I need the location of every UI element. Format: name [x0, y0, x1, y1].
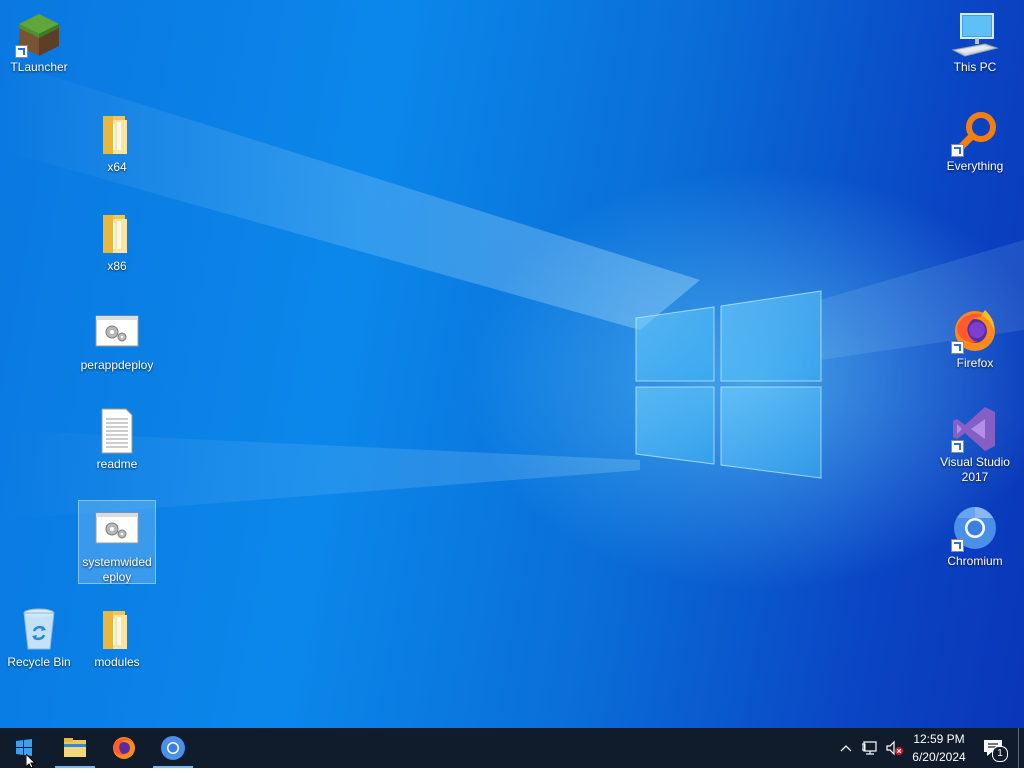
config-settings-file-icon: [93, 505, 141, 553]
clock-date[interactable]: 6/20/2024: [906, 750, 972, 764]
shortcut-arrow-icon: [15, 45, 28, 58]
computer-monitor-icon: [951, 10, 999, 58]
file-explorer-icon: [64, 738, 86, 757]
desktop-icon-label: readme: [96, 457, 138, 471]
desktop[interactable]: TLauncher x64 x86 perappdeploy readme sy…: [0, 0, 1024, 728]
taskbar: 12:59 PM 6/20/2024 1: [0, 728, 1024, 768]
desktop-icon-firefox[interactable]: Firefox: [937, 302, 1013, 371]
desktop-icon-modules[interactable]: modules: [79, 601, 155, 670]
shortcut-arrow-icon: [951, 341, 964, 354]
desktop-icon-label: Recycle Bin: [7, 655, 71, 669]
firefox-icon: [113, 737, 135, 759]
desktop-icon-label: TLauncher: [10, 60, 68, 74]
desktop-icon-label: x86: [107, 259, 127, 273]
show-desktop-divider[interactable]: [1018, 728, 1019, 768]
desktop-icon-this-pc[interactable]: This PC: [937, 6, 1013, 75]
shortcut-arrow-icon: [951, 144, 964, 157]
desktop-icon-label: Visual Studio 2017: [940, 455, 1010, 484]
desktop-icon-label: Chromium: [947, 554, 1003, 568]
shortcut-arrow-icon: [951, 440, 964, 453]
visual-studio-icon: [951, 405, 999, 453]
desktop-icon-everything[interactable]: Everything: [937, 105, 1013, 174]
config-settings-file-icon: [93, 308, 141, 356]
notification-count-badge: 1: [992, 746, 1008, 762]
clock-time[interactable]: 12:59 PM: [906, 732, 972, 746]
desktop-icon-recycle-bin[interactable]: Recycle Bin: [1, 601, 77, 670]
desktop-icon-label: modules: [94, 655, 140, 669]
desktop-icon-label: Everything: [946, 159, 1004, 173]
desktop-icon-label: Firefox: [956, 356, 994, 370]
mouse-cursor-icon: [26, 754, 37, 768]
folder-icon: [93, 110, 141, 158]
folder-icon: [93, 209, 141, 257]
desktop-icon-chromium[interactable]: Chromium: [937, 500, 1013, 569]
text-document-icon: [93, 407, 141, 455]
desktop-icon-visual-studio-2017[interactable]: Visual Studio 2017: [937, 401, 1013, 485]
taskbar-firefox[interactable]: [100, 728, 148, 768]
desktop-icon-perappdeploy[interactable]: perappdeploy: [79, 304, 155, 373]
desktop-icon-label: systemwidedeploy: [82, 555, 152, 584]
action-center-button[interactable]: 1: [980, 736, 1008, 762]
folder-icon: [93, 605, 141, 653]
desktop-icon-systemwidedeploy[interactable]: systemwidedeploy: [78, 500, 156, 584]
everything-search-icon: [951, 109, 999, 157]
minecraft-grass-block-icon: [15, 10, 63, 58]
taskbar-chromium[interactable]: [149, 728, 197, 768]
chromium-icon: [161, 736, 185, 760]
desktop-icon-readme[interactable]: readme: [79, 403, 155, 472]
desktop-icon-tlauncher[interactable]: TLauncher: [1, 6, 77, 75]
show-hidden-icons-chevron-icon[interactable]: [838, 740, 854, 756]
start-button[interactable]: [0, 728, 48, 768]
desktop-icon-x64[interactable]: x64: [79, 106, 155, 175]
network-icon[interactable]: [861, 740, 880, 756]
desktop-icon-label: This PC: [953, 60, 997, 74]
windows-logo-icon: [16, 739, 32, 756]
volume-muted-icon[interactable]: [885, 740, 905, 756]
firefox-icon: [951, 306, 999, 354]
desktop-icon-label: perappdeploy: [80, 358, 154, 372]
chromium-icon: [951, 504, 999, 552]
taskbar-file-explorer[interactable]: [51, 728, 99, 768]
desktop-icon-x86[interactable]: x86: [79, 205, 155, 274]
recycle-bin-icon: [15, 605, 63, 653]
shortcut-arrow-icon: [951, 539, 964, 552]
desktop-icon-label: x64: [107, 160, 127, 174]
